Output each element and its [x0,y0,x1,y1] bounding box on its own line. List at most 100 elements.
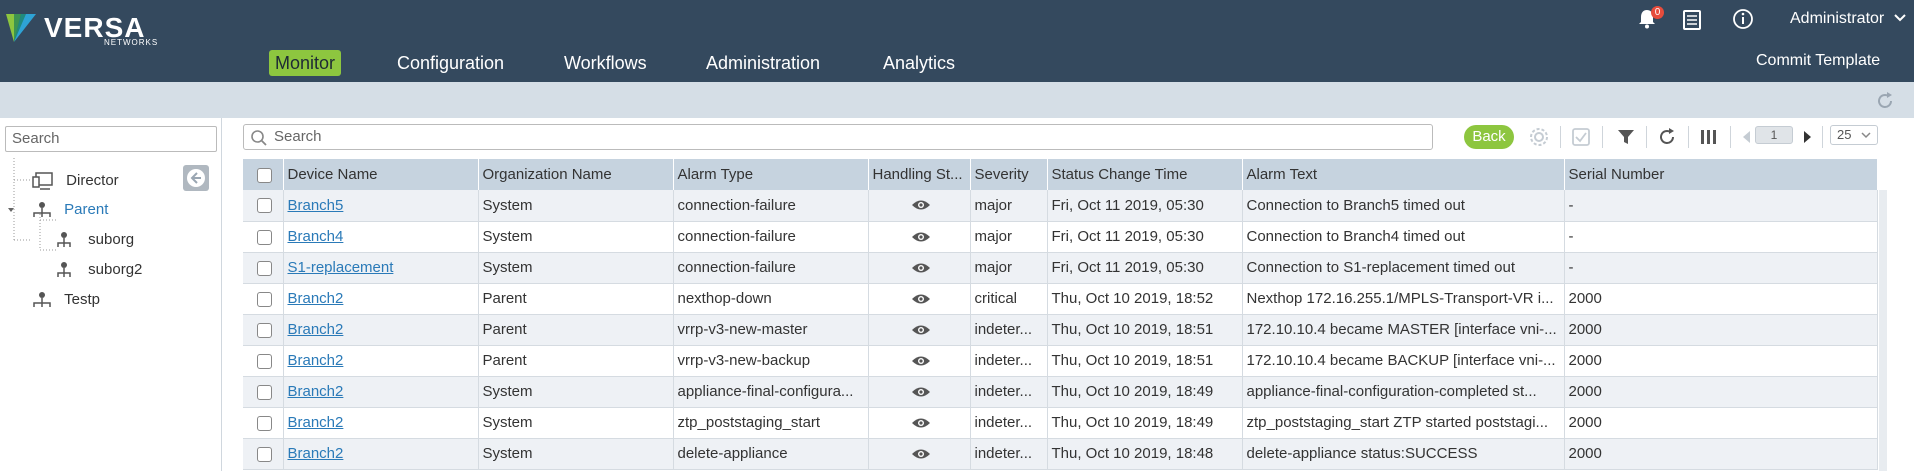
status-change-time-cell: Fri, Oct 11 2019, 05:30 [1047,252,1243,284]
col-device-name[interactable]: Device Name [283,159,479,190]
device-name-link[interactable]: Branch2 [288,321,344,338]
table-row[interactable]: Branch2 Parent nexthop-down critical Thu, Oc… [243,283,1878,315]
eye-icon[interactable] [911,324,931,336]
refresh-icon[interactable] [1874,90,1896,112]
col-severity[interactable]: Severity [970,159,1048,190]
severity-cell: indeter... [970,438,1048,470]
table-scrollbar-track[interactable] [1879,190,1887,471]
columns-icon[interactable] [1698,126,1720,148]
serial-number-cell: - [1564,221,1878,253]
row-select-cell[interactable] [243,438,284,470]
alarm-type-cell: vrrp-v3-new-master [673,314,869,346]
col-alarm-text[interactable]: Alarm Text [1242,159,1565,190]
eye-icon[interactable] [911,262,931,274]
col-status-change-time[interactable]: Status Change Time [1047,159,1243,190]
row-checkbox[interactable] [257,260,273,276]
alarm-text-cell: Nexthop 172.16.255.1/MPLS-Transport-VR i… [1242,283,1565,315]
eye-icon[interactable] [911,417,931,429]
info-button[interactable] [1732,8,1756,32]
eye-icon[interactable] [911,231,931,243]
back-button[interactable]: Back [1464,125,1514,149]
row-checkbox[interactable] [257,353,273,369]
nav-administration[interactable]: Administration [700,50,826,76]
device-name-link[interactable]: Branch2 [288,352,344,369]
handling-status-cell [868,438,971,470]
tree-item-testp[interactable]: Testp [32,291,100,309]
tree-item-director[interactable]: Director [32,171,119,191]
notifications-bell[interactable]: 0 [1636,6,1664,34]
row-checkbox[interactable] [257,291,273,307]
toolbar-separator [1602,126,1603,148]
row-checkbox[interactable] [257,229,273,245]
eye-icon[interactable] [911,293,931,305]
organization-cell: Parent [478,345,674,377]
device-name-link[interactable]: Branch4 [288,228,344,245]
select-all-checkbox[interactable] [257,167,273,183]
settings-icon[interactable] [1528,126,1550,148]
col-alarm-type[interactable]: Alarm Type [673,159,869,190]
organization-cell: Parent [478,283,674,315]
table-row[interactable]: Branch2 System ztp_poststaging_start indete… [243,407,1878,439]
table-row[interactable]: Branch2 System delete-appliance indeter... T… [243,438,1878,470]
reload-icon[interactable] [1656,126,1678,148]
device-name-link[interactable]: S1-replacement [288,259,394,276]
eye-icon[interactable] [911,355,931,367]
device-name-link[interactable]: Branch2 [288,290,344,307]
table-row[interactable]: Branch2 Parent vrrp-v3-new-master indeter..… [243,314,1878,346]
device-name-link[interactable]: Branch2 [288,414,344,431]
next-page-icon[interactable] [1796,126,1818,148]
table-row[interactable]: Branch4 System connection-failure major Fri,… [243,221,1878,253]
row-select-cell[interactable] [243,190,284,222]
row-select-cell[interactable] [243,407,284,439]
page-number-input[interactable]: 1 [1755,126,1793,144]
row-checkbox[interactable] [257,198,273,214]
alarm-type-cell: nexthop-down [673,283,869,315]
device-name-link[interactable]: Branch5 [288,197,344,214]
col-handling-status[interactable]: Handling St... [868,159,971,190]
versa-logo[interactable]: VERSA NETWORKS [4,8,157,48]
nav-workflows[interactable]: Workflows [558,50,653,76]
nav-monitor[interactable]: Monitor [269,50,342,76]
row-checkbox[interactable] [257,322,273,338]
commit-template-button[interactable]: Commit Template [1756,52,1880,70]
notification-badge: 0 [1651,6,1664,19]
device-name-cell: Branch2 [283,314,479,346]
row-checkbox[interactable] [257,446,273,462]
tasks-button[interactable] [1682,9,1704,31]
filter-icon[interactable] [1615,126,1637,148]
eye-icon[interactable] [911,448,931,460]
collapse-panel-button[interactable] [183,165,209,191]
table-row[interactable]: Branch2 Parent vrrp-v3-new-backup indeter..… [243,345,1878,377]
alarm-text-cell: Connection to Branch5 timed out [1242,190,1565,222]
col-serial-number[interactable]: Serial Number [1564,159,1878,190]
row-checkbox[interactable] [257,415,273,431]
row-select-cell[interactable] [243,283,284,315]
row-checkbox[interactable] [257,384,273,400]
row-select-cell[interactable] [243,345,284,377]
table-row[interactable]: Branch5 System connection-failure major Fri,… [243,190,1878,222]
eye-icon[interactable] [911,199,931,211]
tree-search-input[interactable]: Search [5,126,217,152]
row-select-cell[interactable] [243,221,284,253]
table-row[interactable]: S1-replacement System connection-failure ma… [243,252,1878,284]
col-organization-name[interactable]: Organization Name [478,159,674,190]
tree-item-suborg[interactable]: suborg [56,231,134,249]
device-name-link[interactable]: Branch2 [288,383,344,400]
tree-item-parent[interactable]: Parent [32,201,108,219]
status-change-time-cell: Thu, Oct 10 2019, 18:51 [1047,314,1243,346]
nav-analytics[interactable]: Analytics [877,50,961,76]
row-select-cell[interactable] [243,376,284,408]
select-all-header[interactable] [243,159,284,190]
grid-search-input[interactable]: Search [243,124,1433,150]
device-name-link[interactable]: Branch2 [288,445,344,462]
user-menu[interactable]: Administrator [1790,10,1907,28]
table-row[interactable]: Branch2 System appliance-final-configura..… [243,376,1878,408]
row-select-cell[interactable] [243,252,284,284]
nav-configuration[interactable]: Configuration [391,50,510,76]
acknowledge-icon[interactable] [1570,126,1592,148]
tree-item-suborg2[interactable]: suborg2 [56,261,142,279]
alarm-type-cell: connection-failure [673,190,869,222]
eye-icon[interactable] [911,386,931,398]
page-size-select[interactable]: 25 [1830,125,1878,145]
row-select-cell[interactable] [243,314,284,346]
